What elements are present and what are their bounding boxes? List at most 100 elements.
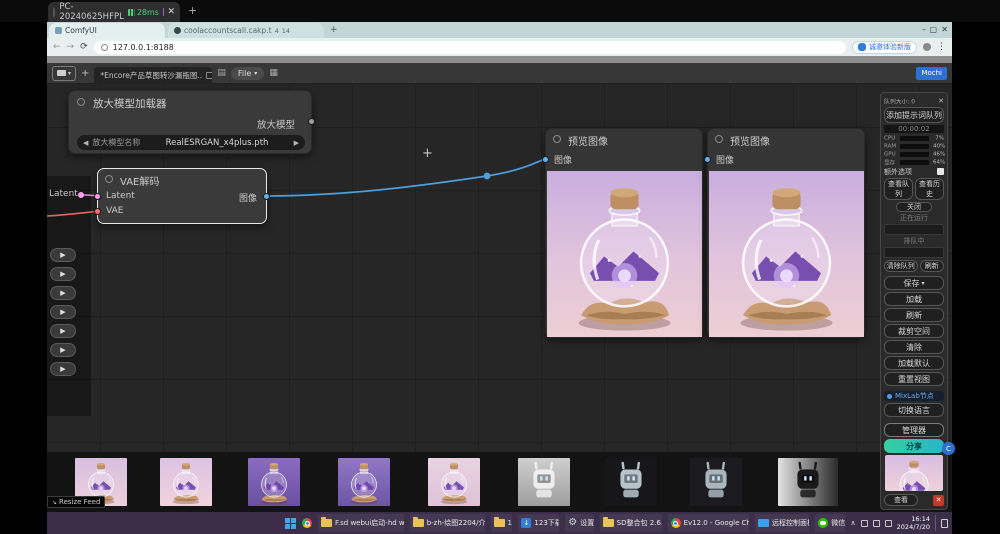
offscreen-widget-next-button[interactable]: ▶: [50, 362, 76, 376]
clear-button[interactable]: 清除: [884, 340, 944, 354]
collapse-dot-icon[interactable]: [715, 135, 723, 143]
input-port-image[interactable]: [704, 156, 711, 163]
offscreen-widget-next-button[interactable]: ▶: [50, 343, 76, 357]
load-default-button[interactable]: 加载默认: [884, 356, 944, 370]
browser-tab-inactive[interactable]: coolaccountscall.cakp.t 4 14: [168, 23, 324, 38]
load-button[interactable]: 加载: [884, 292, 944, 306]
window-maximize-button[interactable]: ▢: [929, 25, 937, 34]
feed-thumbnail[interactable]: [338, 458, 390, 506]
close-menu-icon[interactable]: ✕: [938, 97, 944, 105]
taskbar-item[interactable]: 微信: [815, 514, 844, 532]
node-preview-image-1[interactable]: 预览图像 图像: [545, 128, 703, 338]
feed-thumbnail[interactable]: [605, 458, 657, 506]
taskbar-item[interactable]: ↓123下载: [518, 514, 559, 532]
feed-thumbnail[interactable]: [690, 458, 742, 506]
input-port-vae[interactable]: [94, 208, 101, 215]
resize-feed-button[interactable]: ↘ Resize Feed: [47, 496, 105, 508]
tray-expand-icon[interactable]: ∧: [851, 519, 856, 527]
model-name-widget[interactable]: ◀ 放大模型名称 RealESRGAN_x4plus.pth ▶: [77, 135, 305, 150]
save-workflow-icon[interactable]: [206, 72, 212, 79]
new-session-button[interactable]: +: [188, 4, 197, 17]
taskbar-item[interactable]: ⚙设置: [565, 514, 593, 532]
view-history-button[interactable]: 查看历史: [915, 178, 944, 200]
view-queue-button[interactable]: 查看队列: [884, 178, 913, 200]
switch-language-button[interactable]: 切换语言: [884, 403, 944, 417]
node-canvas[interactable]: Latent ▶ ▶ ▶ ▶ ▶ ▶ ▶ 放大模型加载器 放大模型 ◀ 放大模型…: [47, 84, 952, 452]
new-tab-button[interactable]: +: [330, 25, 338, 35]
offscreen-widget-next-button[interactable]: ▶: [50, 248, 76, 262]
taskbar-item[interactable]: 远程控制面板: [755, 514, 809, 532]
forward-icon[interactable]: →: [67, 42, 75, 52]
profile-avatar[interactable]: [923, 43, 931, 51]
collapse-dot-icon[interactable]: [553, 135, 561, 143]
comfy-badge[interactable]: C: [942, 442, 955, 455]
input-port-latent[interactable]: [94, 193, 101, 200]
mochi-badge[interactable]: Mochi: [916, 67, 947, 80]
next-value-icon[interactable]: ▶: [294, 139, 299, 147]
close-queue-button[interactable]: 关闭: [896, 202, 932, 212]
taskbar-item[interactable]: 1: [491, 514, 513, 532]
preview-image[interactable]: [709, 171, 864, 337]
input-port-image[interactable]: [542, 156, 549, 163]
extension-button[interactable]: 诚邀体验新版: [852, 41, 917, 54]
remote-session-tab[interactable]: PC-20240625HFPL 28ms ✕: [48, 2, 180, 22]
mixlab-toggle[interactable]: MixLab节点: [884, 391, 944, 401]
browser-tab-active[interactable]: ComfyUI: [49, 23, 165, 38]
close-session-icon[interactable]: ✕: [167, 7, 175, 17]
window-close-button[interactable]: ✕: [941, 25, 948, 34]
taskbar-item[interactable]: F.sd webui启动-hd web: [318, 514, 404, 532]
back-icon[interactable]: ←: [53, 42, 61, 52]
new-workflow-button[interactable]: +: [81, 68, 89, 79]
tray-icon[interactable]: [885, 520, 892, 527]
workflows-menu-button[interactable]: ▾: [52, 66, 76, 81]
view-image-button[interactable]: 查看: [884, 494, 918, 506]
reset-view-button[interactable]: 重置视图: [884, 372, 944, 386]
clear-queue-button[interactable]: 清除队列: [884, 260, 918, 272]
queue-prompt-button[interactable]: 添加提示词队列: [884, 107, 944, 123]
refresh-queue-button[interactable]: 刷新: [920, 260, 945, 272]
taskbar-item[interactable]: SD整合包 2.6.1: [600, 514, 662, 532]
node-vae-decode[interactable]: VAE解码 Latent VAE 图像: [97, 168, 267, 224]
output-port-upscale-model[interactable]: [308, 118, 315, 125]
refresh-button[interactable]: 刷新: [884, 308, 944, 322]
menu-titlebar[interactable]: 队列大小: 0 ✕: [884, 96, 944, 105]
taskbar-item[interactable]: Ev12.0 - Google Chro: [668, 514, 749, 532]
address-bar[interactable]: 127.0.0.1:8188: [94, 41, 846, 54]
reload-icon[interactable]: ⟳: [80, 42, 88, 52]
window-minimize-button[interactable]: –: [922, 25, 926, 34]
notification-center-icon[interactable]: [941, 519, 948, 528]
browser-menu-icon[interactable]: ⋮: [937, 42, 946, 52]
taskbar-item[interactable]: b-zh-绘图2204/介绍: [410, 514, 485, 532]
offscreen-widget-next-button[interactable]: ▶: [50, 324, 76, 338]
file-menu-button[interactable]: File ▾: [231, 67, 264, 80]
chrome-taskbar-icon[interactable]: [302, 518, 312, 528]
feed-thumbnail[interactable]: [428, 458, 480, 506]
reroute-dot[interactable]: [484, 173, 491, 180]
node-preview-image-2[interactable]: 预览图像 图像: [707, 128, 865, 338]
offscreen-widget-next-button[interactable]: ▶: [50, 305, 76, 319]
grid-view-icon[interactable]: ▦: [269, 68, 278, 78]
site-info-icon[interactable]: [101, 44, 108, 51]
menu-preview-thumbnail[interactable]: [885, 455, 943, 491]
collapse-dot-icon[interactable]: [77, 98, 85, 106]
manager-button[interactable]: 管理器: [884, 423, 944, 437]
tray-icon[interactable]: [861, 520, 868, 527]
tray-icon[interactable]: [873, 520, 880, 527]
feed-thumbnail[interactable]: [248, 458, 300, 506]
close-preview-button[interactable]: ✕: [933, 495, 944, 506]
save-button[interactable]: 保存▾: [884, 276, 944, 290]
clock[interactable]: 16:14 2024/7/20: [897, 515, 930, 531]
prev-value-icon[interactable]: ◀: [83, 139, 88, 147]
clipspace-button[interactable]: 裁剪空间: [884, 324, 944, 338]
export-icon[interactable]: ▤: [217, 68, 226, 78]
node-upscale-model-loader[interactable]: 放大模型加载器 放大模型 ◀ 放大模型名称 RealESRGAN_x4plus.…: [68, 90, 312, 154]
collapse-dot-icon[interactable]: [105, 175, 113, 183]
offscreen-widget-next-button[interactable]: ▶: [50, 267, 76, 281]
feed-thumbnail[interactable]: [518, 458, 570, 506]
preview-image[interactable]: [547, 171, 702, 337]
extra-options-checkbox[interactable]: [937, 168, 944, 175]
share-button[interactable]: 分享: [884, 439, 944, 453]
workflow-tab[interactable]: *Encore产品草图转沙漏瓶图..: [94, 67, 212, 84]
start-button[interactable]: [285, 518, 296, 529]
feed-thumbnail[interactable]: [160, 458, 212, 506]
